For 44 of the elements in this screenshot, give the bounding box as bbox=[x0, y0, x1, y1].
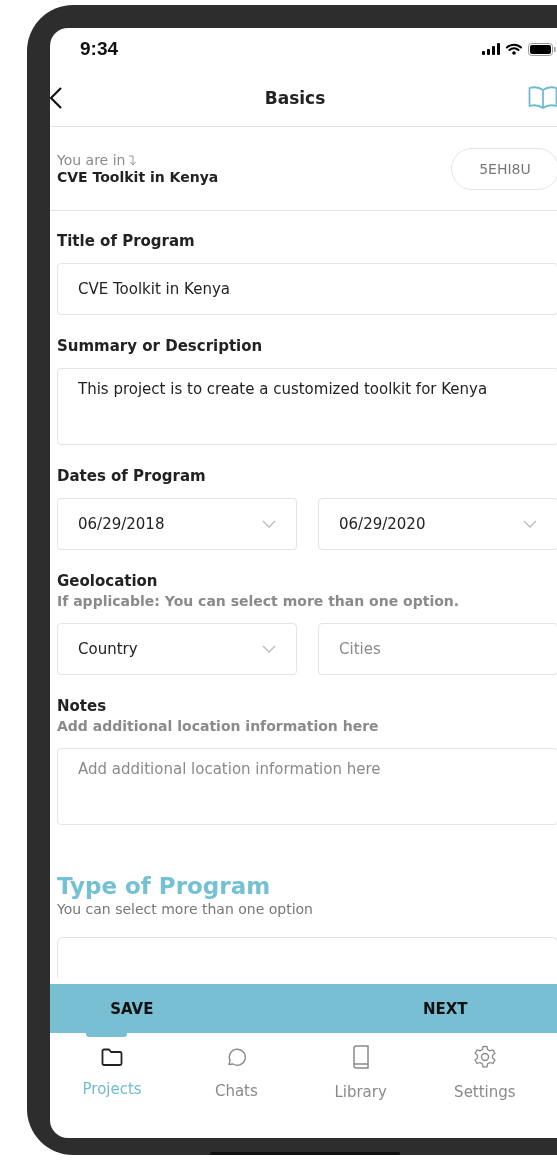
project-code-chip[interactable]: 5EHI8U bbox=[451, 147, 557, 190]
tab-bar-item[interactable]: Settings bbox=[422, 1033, 547, 1113]
guide-button[interactable] bbox=[528, 85, 557, 111]
book-icon bbox=[350, 1045, 371, 1069]
section-heading: Type of Program bbox=[57, 873, 272, 899]
field-hint: If applicable: You can select more than one option. bbox=[57, 592, 461, 611]
text-field[interactable]: Cities bbox=[318, 623, 557, 675]
dropdown-field[interactable]: Country bbox=[57, 623, 297, 675]
context-label: You are in bbox=[57, 152, 126, 168]
chevron-down-icon bbox=[262, 645, 276, 653]
text-field[interactable]: CVE Toolkit in Kenya bbox=[57, 263, 557, 315]
project-name: CVE Toolkit in Kenya bbox=[57, 169, 219, 185]
save-button[interactable]: SAVE bbox=[50, 984, 364, 1033]
field-label: Dates of Program bbox=[57, 466, 207, 486]
tab-bar-item[interactable]: Library bbox=[298, 1033, 423, 1113]
dropdown-value: 06/29/2020 bbox=[339, 515, 426, 533]
screen-title: Basics bbox=[264, 88, 326, 108]
chat-bubble-icon bbox=[225, 1046, 248, 1068]
turn-down-icon bbox=[128, 154, 137, 166]
field-hint: Add additional location information here bbox=[57, 717, 380, 736]
field-label: Notes bbox=[57, 696, 108, 716]
dropdown-field[interactable]: 06/29/2020 bbox=[318, 498, 557, 550]
chevron-down-icon bbox=[523, 520, 537, 528]
next-button[interactable]: NEXT bbox=[363, 984, 557, 1033]
field-label: Geolocation bbox=[57, 571, 159, 591]
back-icon bbox=[50, 87, 62, 109]
settings-icon bbox=[472, 1045, 497, 1069]
dropdown-value: 06/29/2018 bbox=[78, 515, 165, 533]
folder-icon bbox=[101, 1048, 124, 1066]
tab-bar-item[interactable]: Chats bbox=[174, 1033, 299, 1113]
open-book-icon bbox=[528, 85, 557, 111]
field-label: Title of Program bbox=[57, 231, 196, 251]
wifi-icon bbox=[506, 43, 522, 55]
section-subtitle: You can select more than one option bbox=[57, 901, 314, 917]
dropdown-value: Country bbox=[78, 640, 138, 658]
status-time: 9:34 bbox=[80, 38, 119, 60]
text-area-field[interactable]: This project is to create a customized toolkit for Kenya bbox=[57, 368, 557, 445]
text-area-field[interactable]: Add additional location information here bbox=[57, 748, 557, 825]
field-label: Summary or Description bbox=[57, 336, 264, 356]
battery-icon bbox=[528, 42, 556, 56]
dropdown-field[interactable]: 06/29/2018 bbox=[57, 498, 297, 550]
chevron-down-icon bbox=[262, 520, 276, 528]
back-button[interactable] bbox=[50, 87, 62, 109]
signal-icon bbox=[482, 43, 500, 55]
